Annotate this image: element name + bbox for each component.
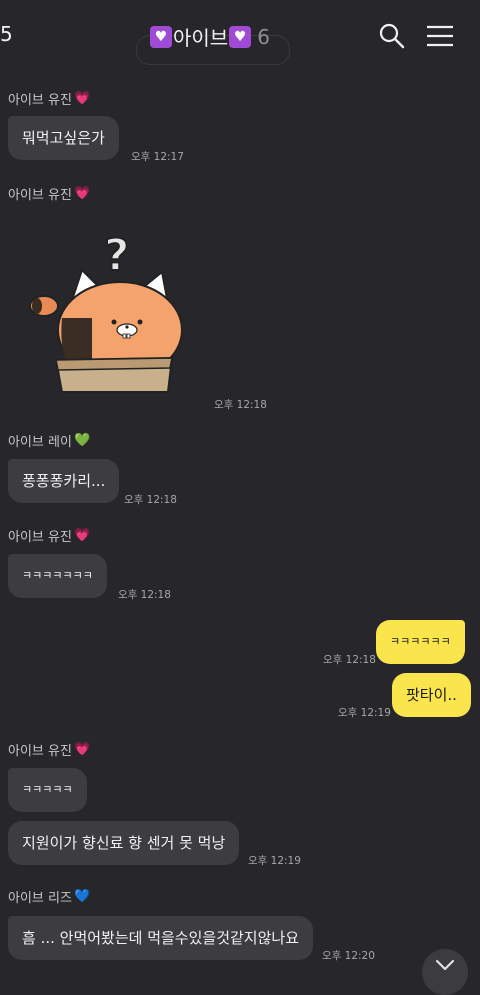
purple-heart-icon: ♥ [150,25,172,48]
message-bubble[interactable]: ㅋㅋㅋㅋㅋ [8,768,87,812]
sender-name[interactable]: 아이브 유진 💗 [8,184,90,203]
pink-heart-icon: 💗 [73,186,91,201]
chat-header: 5 ♥ 아이브 ♥ 6 [0,0,480,72]
message-time: 오후 12:18 [323,654,376,666]
my-message-bubble[interactable]: ㅋㅋㅋㅋㅋㅋ [376,620,465,664]
chat-room-name: 아이브 [173,26,229,50]
sender-name[interactable]: 아이브 유진 💗 [8,740,90,759]
message-bubble[interactable]: 흠 ... 안먹어봤는데 먹을수있을것같지않나요 [8,916,314,960]
message-bubble[interactable]: 뭐먹고싶은가 [8,116,119,160]
svg-text:?: ? [104,230,130,281]
pink-heart-icon: 💗 [73,742,91,757]
message-bubble[interactable]: ㅋㅋㅋㅋㅋㅋㅋ [8,554,107,598]
chat-title: ♥ 아이브 ♥ 6 [150,22,270,51]
sender-name[interactable]: 아이브 리즈 💙 [8,887,90,906]
purple-heart-icon: ♥ [229,25,252,48]
sender-name[interactable]: 아이브 유진 💗 [8,526,90,545]
message-time: 오후 12:20 [322,950,375,962]
sender-name[interactable]: 아이브 레이 💚 [8,431,90,450]
message-time: 오후 12:18 [124,494,177,506]
message-time: 오후 12:17 [131,151,184,163]
message-bubble[interactable]: 퐁퐁퐁카리... [8,459,120,503]
message-time: 오후 12:19 [338,707,391,719]
member-count: 6 [257,24,270,49]
unread-count[interactable]: 5 [0,22,13,46]
message-time: 오후 12:18 [214,399,267,411]
scroll-to-bottom-button[interactable] [422,949,468,995]
cat-in-box-question-sticker[interactable]: ? [22,222,202,402]
search-icon[interactable] [378,22,406,50]
sender-name[interactable]: 아이브 유진 💗 [8,89,90,108]
pink-heart-icon: 💗 [73,91,91,106]
green-heart-icon: 💚 [73,433,91,448]
my-message-bubble[interactable]: 팟타이.. [392,673,471,717]
chevron-down-icon [435,959,455,971]
blue-heart-icon: 💙 [73,889,91,904]
message-time: 오후 12:19 [248,855,301,867]
pink-heart-icon: 💗 [73,528,91,543]
message-time: 오후 12:18 [118,589,171,601]
message-bubble[interactable]: 지원이가 향신료 향 센거 못 먹낭 [8,821,240,865]
menu-icon[interactable] [426,22,454,50]
